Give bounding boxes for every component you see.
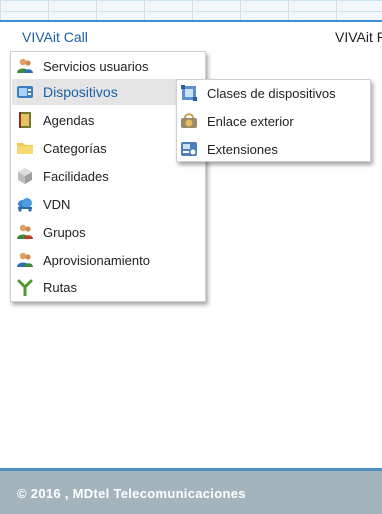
menu-item-rutas[interactable]: Rutas xyxy=(12,274,204,300)
submenu-item-label: Clases de dispositivos xyxy=(207,85,336,101)
page-footer: © 2016 , MDtel Telecomunicaciones xyxy=(0,468,382,514)
menu-item-facilidades[interactable]: Facilidades xyxy=(12,163,204,189)
menu-item-label: Dispositivos xyxy=(43,84,118,100)
group-icon xyxy=(16,223,34,241)
menu-item-label: Agendas xyxy=(43,112,95,128)
folder-icon xyxy=(16,139,34,157)
cloud-network-icon xyxy=(16,195,34,213)
users-icon xyxy=(16,57,34,75)
submenu-item-enlace-exterior[interactable]: Enlace exterior xyxy=(178,108,369,134)
menu-item-label: Servicios usuarios xyxy=(43,58,149,74)
brand-link[interactable]: VIVAit Call xyxy=(22,29,88,45)
external-link-icon xyxy=(180,112,198,130)
device-classes-icon xyxy=(180,84,198,102)
device-icon xyxy=(16,83,34,101)
route-icon xyxy=(16,278,34,297)
provisioning-icon xyxy=(16,251,34,269)
menu-item-label: Rutas xyxy=(43,279,77,295)
extensions-icon xyxy=(180,140,198,158)
menu-item-label: Aprovisionamiento xyxy=(43,252,150,268)
menu-item-label: VDN xyxy=(43,196,71,212)
top-grid-strip xyxy=(0,0,382,22)
menu-item-servicios-usuarios[interactable]: Servicios usuarios xyxy=(12,53,204,79)
menu-item-grupos[interactable]: Grupos xyxy=(12,219,204,245)
app-header: VIVAit Call VIVAit R xyxy=(0,24,382,52)
copyright-text: © 2016 , MDtel Telecomunicaciones xyxy=(17,486,246,501)
menu-item-aprovisionamiento[interactable]: Aprovisionamiento xyxy=(12,247,204,273)
submenu-item-extensiones[interactable]: Extensiones xyxy=(178,136,369,162)
dispositivos-submenu: Clases de dispositivos Enlace exterior E… xyxy=(176,79,371,162)
submenu-item-clases-de-dispositivos[interactable]: Clases de dispositivos xyxy=(178,80,369,106)
brand-right-link[interactable]: VIVAit R xyxy=(335,29,382,45)
menu-item-label: Categorías xyxy=(43,140,107,156)
menu-item-label: Grupos xyxy=(43,224,86,240)
agenda-book-icon xyxy=(16,111,34,129)
submenu-item-label: Enlace exterior xyxy=(207,113,294,129)
box-icon xyxy=(16,167,34,185)
menu-item-label: Facilidades xyxy=(43,168,109,184)
submenu-item-label: Extensiones xyxy=(207,141,278,157)
menu-item-vdn[interactable]: VDN xyxy=(12,191,204,217)
